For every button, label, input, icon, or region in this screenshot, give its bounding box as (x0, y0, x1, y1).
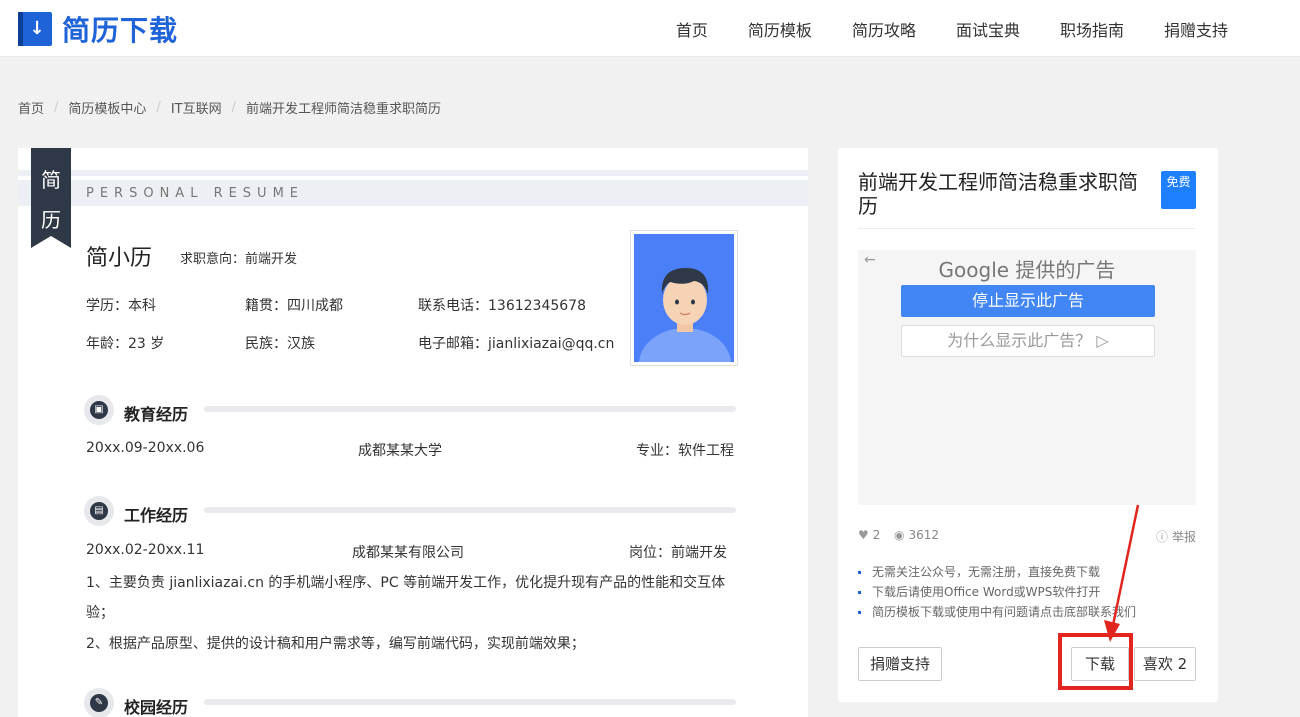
work-icon: ▤ (84, 496, 114, 526)
candidate-name: 简小历 (86, 246, 153, 271)
report-label: 举报 (1172, 530, 1197, 544)
edu-school: 成都某某大学 (358, 443, 442, 459)
breadcrumb-separator: / (54, 100, 59, 115)
section-divider (204, 507, 736, 513)
info-native: 籍贯：四川成都 (245, 298, 343, 314)
education-icon: ▣ (84, 395, 114, 425)
breadcrumb-home[interactable]: 首页 (18, 98, 44, 117)
work-duty-2: 2、根据产品原型、提供的设计稿和用户需求等，编写前端代码，实现前端效果； (86, 636, 585, 652)
edu-major: 专业：软件工程 (636, 443, 734, 459)
stop-ad-button[interactable]: 停止显示此广告 (901, 285, 1155, 317)
like-button[interactable]: 喜欢 2 (1134, 647, 1196, 681)
ad-panel: ← Google 提供的广告 停止显示此广告 为什么显示此广告？ ▷ (858, 250, 1196, 505)
info-phone: 联系电话：13612345678 (418, 298, 586, 314)
section-title-campus: 校园经历 (124, 698, 189, 717)
section-title-work: 工作经历 (124, 506, 189, 525)
ribbon-char: 历 (41, 208, 61, 232)
section-title-education: 教育经历 (124, 405, 189, 424)
resume-preview: 简 历 PERSONAL RESUME 简小历 求职意向：前端开发 学历：本科 … (18, 148, 808, 717)
donate-button[interactable]: 捐赠支持 (858, 647, 942, 681)
likes-count: ♥ 2 (858, 528, 880, 542)
likes-value: 2 (872, 528, 881, 542)
info-education: 学历：本科 (86, 298, 156, 314)
views-count: ◉ 3612 (894, 528, 939, 542)
views-value: 3612 (908, 528, 940, 542)
resume-title-en: PERSONAL RESUME (86, 186, 305, 201)
info-email: 电子邮箱：jianlixiazai@qq.cn (418, 336, 615, 352)
nav-donate[interactable]: 捐赠支持 (1164, 17, 1228, 41)
nav-templates[interactable]: 简历模板 (748, 17, 812, 41)
resume-ribbon: 简 历 (31, 148, 71, 248)
divider (858, 228, 1196, 229)
info-age: 年龄：23 岁 (86, 336, 165, 352)
template-title: 前端开发工程师简洁稳重求职简历 (858, 170, 1138, 218)
breadcrumb: 首页 / 简历模板中心 / IT互联网 / 前端开发工程师简洁稳重求职简历 (18, 98, 441, 117)
work-duty-1: 1、主要负责 jianlixiazai.cn 的手机端小程序、PC 等前端开发工… (86, 575, 726, 591)
nav-home[interactable]: 首页 (676, 17, 708, 41)
main-nav: 首页 简历模板 简历攻略 面试宝典 职场指南 捐赠支持 (636, 0, 1228, 57)
nav-guides[interactable]: 简历攻略 (852, 17, 916, 41)
note-item: 无需关注公众号，无需注册，直接免费下载 (858, 562, 1136, 582)
report-link[interactable]: ⓘ 举报 (1156, 528, 1196, 545)
site-header: ↓ 简历下载 首页 简历模板 简历攻略 面试宝典 职场指南 捐赠支持 (0, 0, 1300, 57)
eye-icon: ◉ (894, 528, 905, 542)
breadcrumb-separator: / (231, 100, 236, 115)
nav-interview[interactable]: 面试宝典 (956, 17, 1020, 41)
download-logo-icon: ↓ (18, 12, 52, 46)
work-period: 20xx.02-20xx.11 (86, 542, 205, 558)
header-band (18, 170, 808, 176)
nav-career[interactable]: 职场指南 (1060, 17, 1124, 41)
work-position: 岗位：前端开发 (629, 545, 727, 561)
why-ad-button[interactable]: 为什么显示此广告？ ▷ (901, 325, 1155, 357)
avatar-icon (639, 268, 731, 362)
campus-icon: ✎ (84, 688, 114, 717)
section-divider (204, 406, 736, 412)
breadcrumb-template-center[interactable]: 简历模板中心 (68, 98, 146, 117)
note-item: 下载后请使用Office Word或WPS软件打开 (858, 582, 1136, 602)
site-logo[interactable]: ↓ 简历下载 (18, 9, 178, 49)
note-item: 简历模板下载或使用中有问题请点击底部联系我们 (858, 602, 1136, 622)
avatar-photo (630, 230, 738, 366)
section-divider (204, 699, 736, 705)
breadcrumb-category[interactable]: IT互联网 (171, 98, 222, 117)
download-notes: 无需关注公众号，无需注册，直接免费下载 下载后请使用Office Word或WP… (858, 562, 1136, 622)
ad-provider-text: Google 提供的广告 (938, 258, 1116, 282)
edu-period: 20xx.09-20xx.06 (86, 440, 205, 456)
download-highlight-box (1058, 633, 1133, 690)
heart-icon: ♥ (858, 528, 869, 542)
job-intent: 求职意向：前端开发 (180, 252, 298, 267)
ribbon-char: 简 (41, 168, 61, 192)
info-ethnic: 民族：汉族 (245, 336, 315, 352)
breadcrumb-separator: / (156, 100, 161, 115)
free-badge: 免费 (1161, 171, 1196, 209)
logo-text: 简历下载 (62, 14, 179, 47)
work-duty-1-cont: 验； (86, 605, 114, 621)
template-info-card: 前端开发工程师简洁稳重求职简历 免费 ← Google 提供的广告 停止显示此广… (838, 148, 1218, 702)
work-company: 成都某某有限公司 (352, 545, 464, 561)
info-icon: ⓘ (1156, 530, 1169, 544)
breadcrumb-current: 前端开发工程师简洁稳重求职简历 (245, 102, 441, 117)
